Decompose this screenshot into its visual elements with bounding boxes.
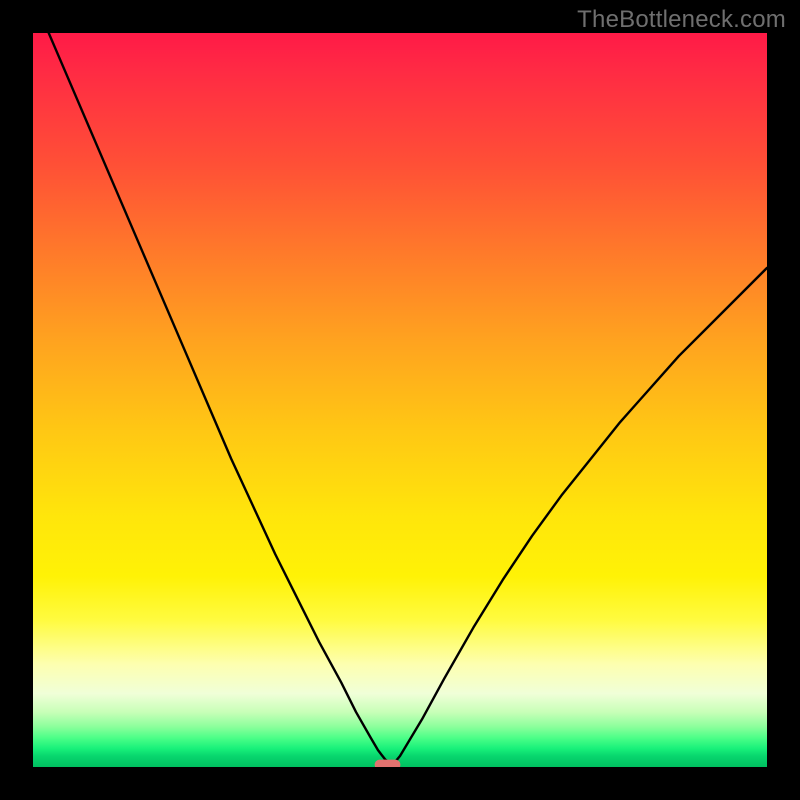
watermark-text: TheBottleneck.com bbox=[577, 6, 786, 34]
chart-frame: TheBottleneck.com bbox=[0, 0, 800, 800]
bottleneck-curve bbox=[33, 33, 767, 765]
plot-area bbox=[33, 33, 767, 767]
curve-layer bbox=[33, 33, 767, 767]
optimal-point-marker bbox=[375, 760, 401, 767]
